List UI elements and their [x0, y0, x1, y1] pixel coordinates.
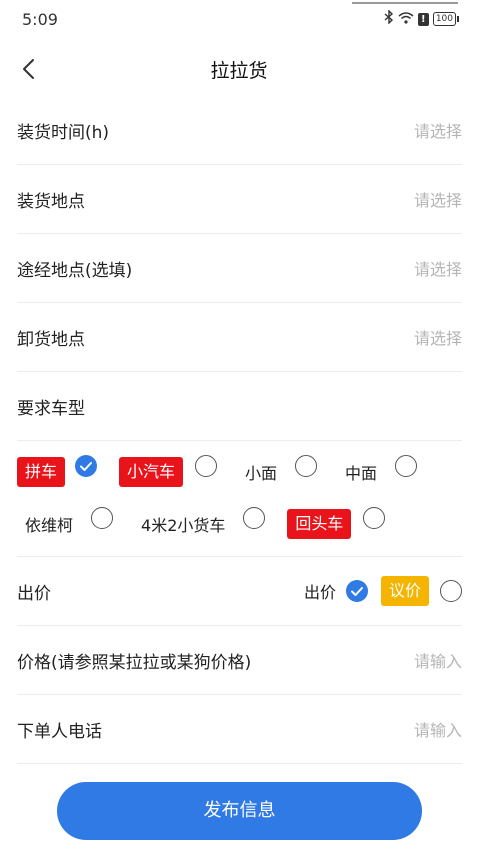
- via-place-select[interactable]: 请选择: [414, 256, 462, 280]
- page-title: 拉拉货: [210, 60, 268, 82]
- bid-options: 出价 议价: [304, 576, 462, 606]
- unloading-place-label: 卸货地点: [17, 329, 85, 350]
- unloading-place-row[interactable]: 卸货地点 请选择: [17, 303, 462, 372]
- bid-row: 出价 出价 议价: [17, 557, 462, 626]
- vehicle-radio-pinche[interactable]: [75, 455, 98, 477]
- vehicle-option-car[interactable]: 小汽车: [119, 457, 184, 487]
- vehicle-radio-car[interactable]: [195, 455, 218, 477]
- bluetooth-icon: [384, 9, 394, 28]
- bid-option-negotiable[interactable]: 议价: [380, 576, 429, 606]
- vehicle-options-line-1: 拼车 小汽车 小面 中面: [17, 455, 418, 487]
- phone-label: 下单人电话: [17, 721, 102, 742]
- via-place-row[interactable]: 途经地点(选填) 请选择: [17, 234, 462, 303]
- vehicle-radio-small-van[interactable]: [295, 455, 318, 477]
- status-time: 5:09: [22, 10, 58, 29]
- vehicle-type-label: 要求车型: [17, 398, 85, 419]
- status-bar: 5:09 ! 100: [0, 0, 478, 40]
- bid-radio-fixed[interactable]: [345, 580, 368, 602]
- bid-option-fixed[interactable]: 出价: [304, 579, 336, 603]
- loading-time-select[interactable]: 请选择: [414, 118, 462, 142]
- vehicle-radio-4m2-truck[interactable]: [243, 507, 266, 529]
- price-label: 价格(请参照某拉拉或某狗价格): [17, 652, 252, 673]
- vehicle-type-row: 要求车型: [17, 372, 462, 441]
- price-row[interactable]: 价格(请参照某拉拉或某狗价格) 请输入: [17, 626, 462, 695]
- alert-icon: !: [417, 12, 429, 26]
- loading-time-label: 装货时间(h): [17, 122, 110, 143]
- vehicle-option-small-van[interactable]: 小面: [245, 460, 277, 484]
- phone-input[interactable]: 请输入: [414, 717, 462, 741]
- vehicle-radio-return-truck[interactable]: [363, 507, 386, 529]
- unloading-place-select[interactable]: 请选择: [414, 325, 462, 349]
- phone-row[interactable]: 下单人电话 请输入: [17, 695, 462, 764]
- bid-radio-negotiable[interactable]: [440, 580, 462, 602]
- battery-icon: 100: [432, 12, 460, 26]
- nav-bar: 拉拉货: [0, 44, 478, 92]
- vehicle-option-return-truck[interactable]: 回头车: [287, 509, 352, 539]
- vehicle-radio-mid-van[interactable]: [395, 455, 418, 477]
- vehicle-options-line-2: 依维柯 4米2小货车 回头车: [17, 507, 386, 539]
- vehicle-type-options: 拼车 小汽车 小面 中面 依维柯 4米2小货车 回头车: [17, 441, 462, 557]
- vehicle-option-4m2-truck[interactable]: 4米2小货车: [141, 512, 225, 536]
- price-input[interactable]: 请输入: [414, 648, 462, 672]
- vehicle-radio-iveco[interactable]: [91, 507, 114, 529]
- status-bar-indicator: [352, 2, 458, 4]
- publish-button[interactable]: 发布信息: [57, 782, 422, 840]
- status-icons: ! 100: [384, 9, 460, 28]
- loading-place-select[interactable]: 请选择: [414, 187, 462, 211]
- loading-place-row[interactable]: 装货地点 请选择: [17, 165, 462, 234]
- vehicle-option-pinche[interactable]: 拼车: [17, 457, 66, 487]
- loading-place-label: 装货地点: [17, 191, 85, 212]
- wifi-icon: [398, 11, 414, 28]
- vehicle-option-mid-van[interactable]: 中面: [345, 460, 377, 484]
- loading-time-row[interactable]: 装货时间(h) 请选择: [17, 96, 462, 165]
- vehicle-option-iveco[interactable]: 依维柯: [25, 512, 73, 536]
- bid-label: 出价: [17, 583, 51, 604]
- via-place-label: 途经地点(选填): [17, 260, 133, 281]
